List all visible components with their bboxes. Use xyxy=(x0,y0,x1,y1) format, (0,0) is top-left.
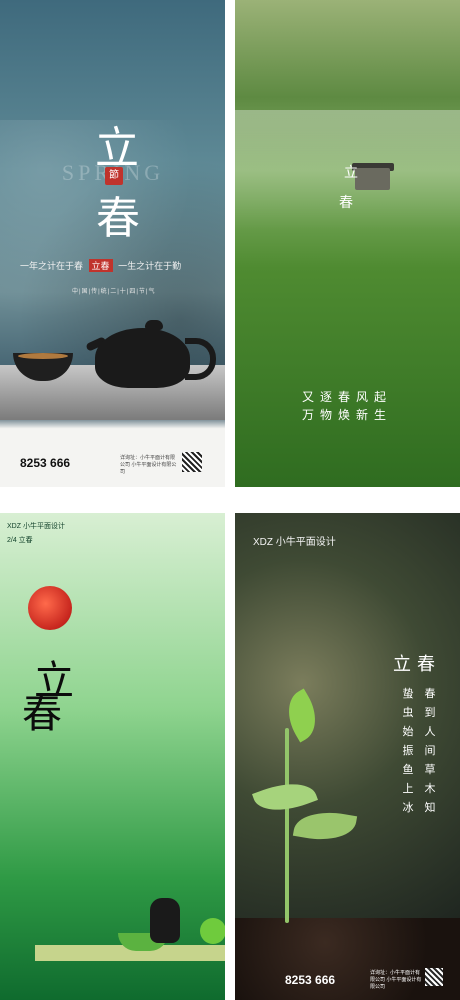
poem-column-1: 蛰虫始振鱼上冰 xyxy=(402,688,414,814)
solar-terms-label: 中|国|传|统|二|十|四|节|气 xyxy=(72,289,156,295)
panel-teapot: SPRING 立 節 春 一年之计在于春 立春 一生之计在于勤 中|国|传|统|… xyxy=(0,0,225,487)
title-chun: 春 xyxy=(96,194,140,243)
poem-line-1: 又逐春风起 xyxy=(302,390,393,404)
slogan-line: 一年之计在于春 立春 一生之计在于勤 xyxy=(20,259,210,272)
slogan-mid: 立春 xyxy=(88,259,113,272)
address-text: 详询址：小牛平面计有限公司 小牛平面设计有限公司 xyxy=(370,970,422,990)
house xyxy=(355,168,390,190)
poem-line-2: 万物焕新生 xyxy=(302,408,393,422)
seedling-leaf xyxy=(292,806,358,846)
tea-liquid xyxy=(18,353,68,359)
green-apple xyxy=(200,918,225,944)
teapot-lid xyxy=(145,320,163,330)
slogan-left: 一年之计在于春 xyxy=(20,261,84,271)
title-lichun: 立春 xyxy=(393,654,441,674)
date-label: 2/4 立春 xyxy=(7,537,33,544)
address-text: 详询址：小牛平面计有限公司 小牛平面设计有限公司 xyxy=(120,455,177,475)
brand-label: XDZ 小牛平面设计 xyxy=(253,537,336,548)
panel-seedling: XDZ 小牛平面设计 立春 蛰虫始振鱼上冰 春到人间草木知 8253 666 详… xyxy=(235,513,460,1000)
title-li: 立 xyxy=(344,166,358,181)
phone-number: 8253 666 xyxy=(20,456,71,470)
title-chun: 春 xyxy=(339,196,353,211)
slogan-right: 一生之计在于勤 xyxy=(118,261,182,271)
brand-label: XDZ 小牛平面设计 xyxy=(7,523,65,530)
qr-code-icon xyxy=(182,452,202,472)
poem-column-2: 春到人间草木知 xyxy=(424,688,436,814)
panel-ink: XDZ 小牛平面设计 2/4 立春 立 春 xyxy=(0,513,225,1000)
seedling-stem xyxy=(285,728,289,923)
phone-number: 8253 666 xyxy=(285,973,336,987)
panel-hills: 立 春 又逐春风起 万物焕新生 xyxy=(235,0,460,487)
qr-code-icon xyxy=(425,968,443,986)
teapot xyxy=(95,328,190,388)
title-chun: 春 xyxy=(22,691,62,736)
soil xyxy=(235,918,460,1000)
black-vase xyxy=(150,898,180,943)
red-sun xyxy=(28,586,72,630)
